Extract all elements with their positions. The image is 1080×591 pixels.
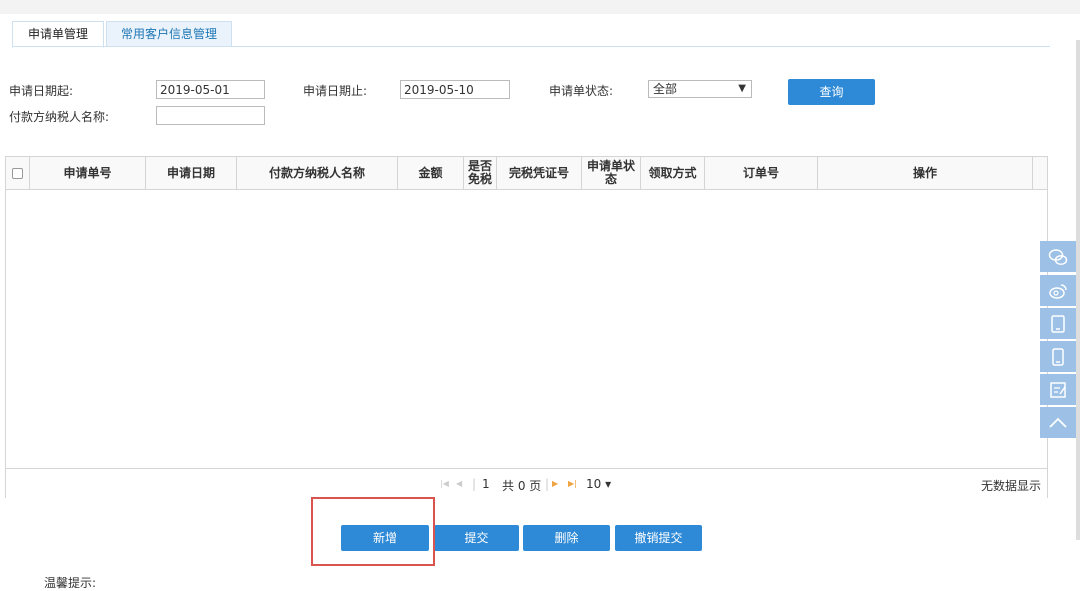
page-size-select[interactable]: 10 ▾ xyxy=(586,477,611,491)
payer-name-label: 付款方纳税人名称: xyxy=(9,110,110,124)
grid-header: 申请单号 申请日期 付款方纳税人名称 金额 是否 免税 完税凭证号 申请单状 态… xyxy=(6,157,1047,190)
col-order-no[interactable]: 订单号 xyxy=(705,157,818,189)
top-band xyxy=(0,0,1080,14)
pager-sep: | xyxy=(472,477,477,491)
total-pages: 共 0 页 xyxy=(502,479,542,493)
start-date-input[interactable]: 2019-05-01 xyxy=(156,80,265,99)
last-page-icon[interactable]: ▶| xyxy=(568,479,577,488)
tab-application-management[interactable]: 申请单管理 xyxy=(12,21,104,48)
chevron-down-icon: ▼ xyxy=(738,83,746,94)
select-all-checkbox[interactable] xyxy=(12,167,23,179)
wechat-icon[interactable] xyxy=(1040,241,1076,272)
page-number[interactable]: 1 xyxy=(482,477,490,491)
start-date-label: 申请日期起: xyxy=(9,84,74,98)
application-grid: 申请单号 申请日期 付款方纳税人名称 金额 是否 免税 完税凭证号 申请单状 态… xyxy=(5,156,1048,498)
tablet-icon[interactable] xyxy=(1040,308,1076,339)
next-page-icon[interactable]: ▶ xyxy=(552,479,558,488)
delete-button[interactable]: 删除 xyxy=(523,525,610,551)
col-application-status[interactable]: 申请单状 态 xyxy=(582,157,641,189)
submit-button[interactable]: 提交 xyxy=(434,525,519,551)
page-scrollbar[interactable] xyxy=(1076,40,1080,540)
warm-tip-label: 温馨提示: xyxy=(44,576,97,590)
phone-icon[interactable] xyxy=(1040,341,1076,372)
col-scroll-spacer xyxy=(1033,157,1047,189)
col-tax-certificate-no[interactable]: 完税凭证号 xyxy=(497,157,582,189)
select-all-cell xyxy=(6,157,30,189)
col-application-no[interactable]: 申请单号 xyxy=(30,157,146,189)
col-tax-exempt[interactable]: 是否 免税 xyxy=(464,157,497,189)
pager: |◀ ◀ | 1 共 0 页 | ▶ ▶| 10 ▾ 无数据显示 xyxy=(6,468,1047,498)
status-select[interactable]: 全部 ▼ xyxy=(648,80,752,98)
query-button[interactable]: 查询 xyxy=(788,79,875,105)
withdraw-submit-button[interactable]: 撤销提交 xyxy=(615,525,702,551)
end-date-input[interactable]: 2019-05-10 xyxy=(400,80,510,99)
back-to-top-icon[interactable] xyxy=(1040,407,1076,438)
end-date-label: 申请日期止: xyxy=(303,84,368,98)
col-pickup-method[interactable]: 领取方式 xyxy=(641,157,705,189)
col-amount[interactable]: 金额 xyxy=(398,157,464,189)
payer-name-input[interactable] xyxy=(156,106,265,125)
status-select-value: 全部 xyxy=(653,82,678,96)
first-page-icon[interactable]: |◀ xyxy=(440,479,449,488)
col-operation[interactable]: 操作 xyxy=(818,157,1033,189)
col-application-date[interactable]: 申请日期 xyxy=(146,157,237,189)
col-payer-name[interactable]: 付款方纳税人名称 xyxy=(237,157,398,189)
empty-data-text: 无数据显示 xyxy=(981,479,1042,493)
pager-sep: | xyxy=(545,477,550,491)
prev-page-icon[interactable]: ◀ xyxy=(456,479,462,488)
highlight-box xyxy=(311,497,435,566)
weibo-icon[interactable] xyxy=(1040,275,1076,306)
tab-divider xyxy=(12,46,1050,47)
status-label: 申请单状态: xyxy=(549,84,614,98)
tab-customer-info-management[interactable]: 常用客户信息管理 xyxy=(106,21,232,46)
feedback-icon[interactable] xyxy=(1040,374,1076,405)
